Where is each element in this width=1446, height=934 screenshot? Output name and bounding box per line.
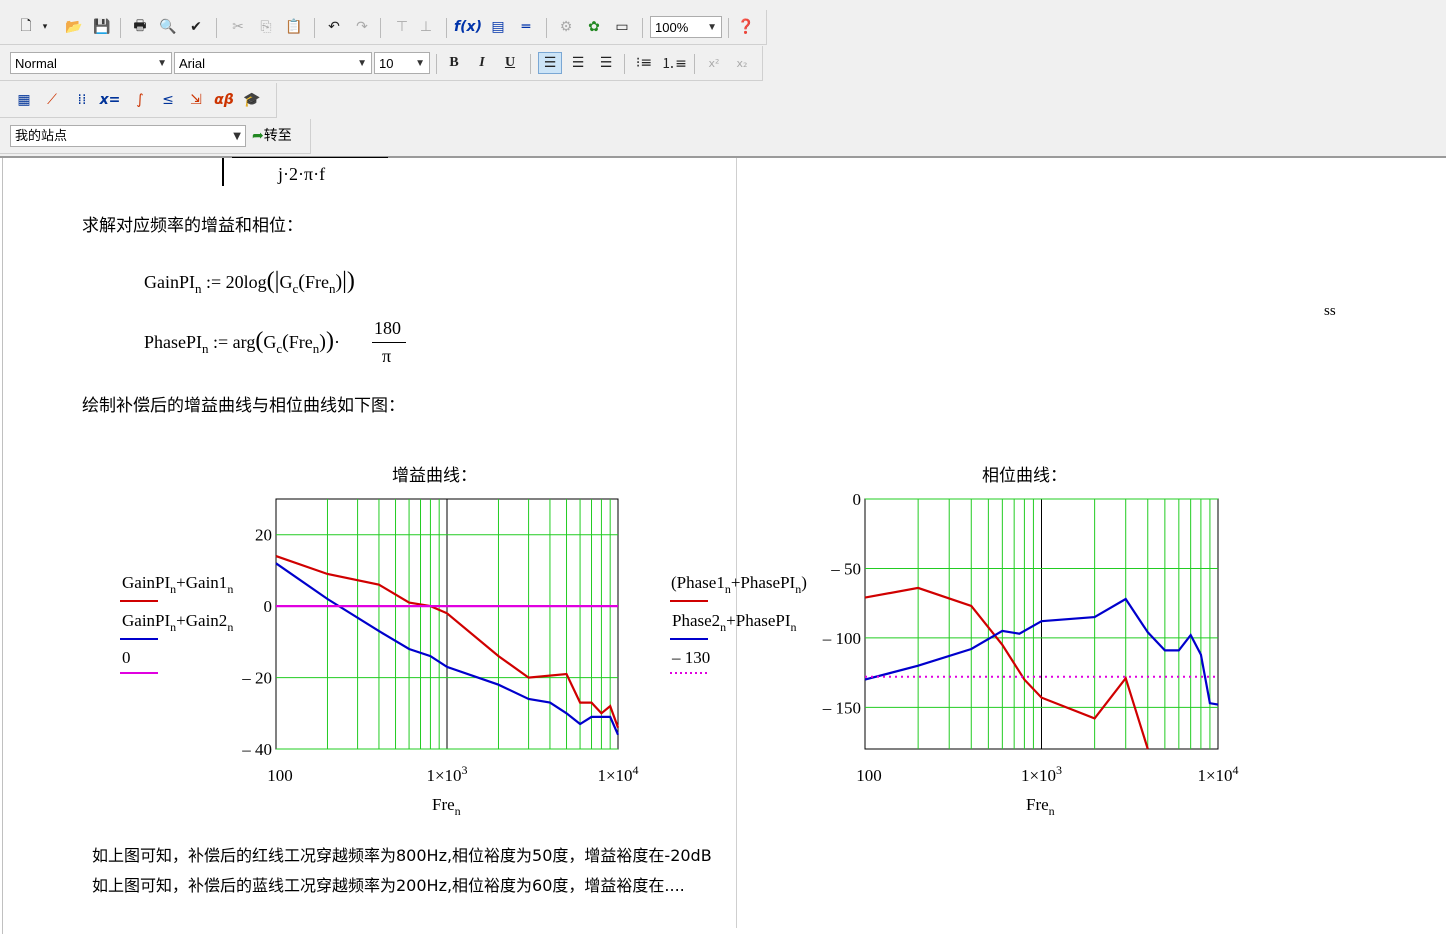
component-icon[interactable]: ⚙: [554, 16, 578, 38]
bold-button[interactable]: B: [442, 52, 466, 74]
heading-plot[interactable]: 绘制补偿后的增益曲线与相位曲线如下图：: [82, 391, 405, 416]
style-select[interactable]: Normal ▼: [10, 52, 172, 74]
align-down-icon[interactable]: ⊥: [414, 16, 438, 38]
phase-legend-series1: (Phase1n+PhasePIn): [671, 573, 807, 596]
y-tick-label: 0: [264, 597, 273, 616]
calculate-icon[interactable]: ═: [514, 16, 538, 38]
superscript-icon[interactable]: x²: [702, 52, 726, 74]
calculus-icon[interactable]: ∫: [128, 89, 152, 111]
graph-icon[interactable]: ⟋: [40, 89, 64, 111]
menu-bar: [0, 0, 1446, 8]
help-icon[interactable]: ❓: [734, 16, 758, 38]
phase-legend-series2: Phase2n+PhasePIn: [672, 611, 797, 634]
gain-y-ticks: 20 0 – 20 – 40: [241, 526, 272, 759]
fraction-denominator: j·2·π·f: [278, 164, 326, 184]
fraction-line: [232, 157, 388, 158]
calculator-icon[interactable]: ▦: [12, 89, 36, 111]
phase-x-axis-label: Fren: [1026, 795, 1055, 818]
symbolic-icon[interactable]: 🎓: [240, 89, 264, 111]
subscript-icon[interactable]: x₂: [730, 52, 754, 74]
y-tick-label: – 100: [822, 629, 861, 648]
fraction-180-numerator: 180: [374, 318, 401, 338]
print-preview-icon[interactable]: 🔍: [156, 16, 180, 38]
evaluation-icon[interactable]: x=: [98, 89, 122, 111]
web-toolbar: 我的站点 ▼ ➦转至: [0, 119, 311, 154]
formatting-toolbar: Normal ▼ Arial ▼ 10 ▼ B I U ☰ ☰ ☰ ⁝≡ ⒈≡ x² …: [0, 46, 763, 81]
conclusion-red[interactable]: 如上图可知，补偿后的红线工况穿越频率为800Hz,相位裕度为50度，增益裕度在-…: [92, 842, 712, 866]
bullet-list-icon[interactable]: ⁝≡: [632, 52, 656, 74]
phase-x-ticks: 100 1×103 1×104: [856, 763, 1238, 785]
zoom-select[interactable]: 100% ▼: [650, 16, 722, 38]
gain-legend-series3: 0: [122, 648, 131, 667]
copy-icon[interactable]: ⎘: [254, 16, 278, 38]
conclusion-blue[interactable]: 如上图可知，补偿后的蓝线工况穿越频率为200Hz,相位裕度为60度，增益裕度在.…: [92, 872, 685, 896]
goto-arrow-icon: ➦: [252, 128, 264, 144]
align-right-icon[interactable]: ☰: [594, 52, 618, 74]
goto-button[interactable]: ➦转至: [252, 125, 292, 147]
cut-icon[interactable]: ✂: [226, 16, 250, 38]
standard-toolbar: 🗋 ▾ 📂 💾 🖶 🔍 ✔ ✂ ⎘ 📋 ↶ ↷ ⊤ ⊥ f(x) ▤ ═ ⚙ ✿…: [0, 10, 767, 45]
heading-gain-phase[interactable]: 求解对应频率的增益和相位：: [82, 211, 303, 236]
undo-icon[interactable]: ↶: [322, 16, 346, 38]
my-sites-select[interactable]: 我的站点 ▼: [10, 125, 246, 147]
y-tick-label: 0: [853, 490, 862, 509]
insert-unit-icon[interactable]: ▤: [486, 16, 510, 38]
phase-y-ticks: 0 – 50 – 100 – 150: [822, 490, 861, 717]
font-size-select[interactable]: 10 ▼: [374, 52, 430, 74]
y-tick-label: – 20: [241, 669, 272, 688]
resource-icon[interactable]: ✿: [582, 16, 606, 38]
gain-chart[interactable]: 20 0 – 20 – 40 100 1×103 1×104 Fren GainPIn+G…: [100, 480, 680, 830]
new-document-icon[interactable]: 🗋: [14, 16, 38, 38]
new-dropdown-icon[interactable]: ▾: [38, 16, 52, 38]
gain-x-ticks: 100 1×103 1×104: [267, 763, 638, 785]
phase-chart[interactable]: 0 – 50 – 100 – 150 100 1×103 1×104 Fren (Phas…: [660, 480, 1260, 830]
x-tick-label: 1×103: [426, 763, 467, 785]
fraction-pi-denominator: π: [382, 346, 392, 366]
font-select[interactable]: Arial ▼: [174, 52, 372, 74]
underline-button[interactable]: U: [498, 52, 522, 74]
gain-grid: [276, 499, 618, 750]
paste-icon[interactable]: 📋: [282, 16, 306, 38]
window-icon[interactable]: ▭: [610, 16, 634, 38]
boolean-icon[interactable]: ≤: [156, 89, 180, 111]
y-tick-label: 20: [255, 526, 272, 545]
insert-function-icon[interactable]: f(x): [454, 16, 482, 38]
x-tick-label: 1×104: [597, 763, 638, 785]
stray-text[interactable]: ss: [1324, 303, 1336, 320]
phase-legend-series3: – 130: [671, 648, 710, 667]
worksheet-left-border: [2, 158, 3, 934]
matrix-icon[interactable]: ⁞⁞: [70, 89, 94, 111]
numbered-list-icon[interactable]: ⒈≡: [661, 52, 687, 74]
save-icon[interactable]: 💾: [90, 16, 114, 38]
redo-icon[interactable]: ↷: [350, 16, 374, 38]
x-tick-label: 100: [267, 766, 293, 785]
x-tick-label: 100: [856, 766, 882, 785]
italic-button[interactable]: I: [470, 52, 494, 74]
spell-check-icon[interactable]: ✔: [184, 16, 208, 38]
gain-legend-series2: GainPIn+Gain2n: [122, 611, 233, 634]
equation-gainpi[interactable]: GainPIn := 20log(|Gc(Fren)|): [144, 268, 355, 297]
align-top-icon[interactable]: ⊤: [390, 16, 414, 38]
gain-x-axis-label: Fren: [432, 795, 461, 818]
print-icon[interactable]: 🖶: [128, 16, 152, 38]
x-tick-label: 1×103: [1021, 763, 1062, 785]
phase-grid: [865, 498, 1218, 749]
align-center-icon[interactable]: ☰: [566, 52, 590, 74]
align-left-icon[interactable]: ☰: [538, 52, 562, 74]
y-tick-label: – 40: [241, 740, 272, 759]
fraction-180-line: [372, 342, 406, 343]
math-toolbar: ▦ ⟋ ⁞⁞ x= ∫ ≤ ⇲ αβ 🎓: [0, 83, 277, 118]
equation-phasepi[interactable]: PhasePIn := arg(Gc(Fren))·: [144, 328, 340, 357]
fraction-bar-vertical: [222, 158, 224, 186]
open-folder-icon[interactable]: 📂: [62, 16, 86, 38]
y-tick-label: – 50: [830, 559, 861, 578]
greek-icon[interactable]: αβ: [212, 89, 236, 111]
x-tick-label: 1×104: [1197, 763, 1238, 785]
programming-icon[interactable]: ⇲: [184, 89, 208, 111]
gain-legend-series1: GainPIn+Gain1n: [122, 573, 233, 596]
y-tick-label: – 150: [822, 698, 861, 717]
